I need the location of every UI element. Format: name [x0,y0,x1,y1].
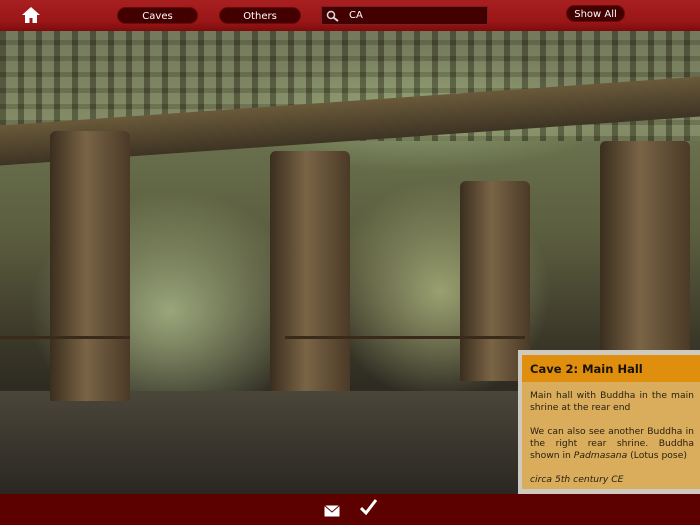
bottom-toolbar [0,494,700,525]
pillar [50,131,130,401]
info-para-1: Main hall with Buddha in the main shrine… [530,390,694,413]
search-input[interactable]: CA [321,6,488,25]
info-para-2: We can also see another Buddha in the ri… [530,426,694,461]
caves-button[interactable]: Caves [117,7,198,24]
check-button[interactable] [359,499,378,519]
top-toolbar: Caves Others CA Show All [0,0,700,31]
railing [0,336,130,339]
check-icon [359,499,378,516]
others-button[interactable]: Others [219,7,301,24]
railing [285,336,525,339]
pillar [270,151,350,391]
home-icon [22,7,40,23]
home-button[interactable] [21,5,41,25]
info-date: circa 5th century CE [530,474,624,485]
show-all-button[interactable]: Show All [566,5,625,22]
info-title: Cave 2: Main Hall [522,355,700,382]
search-icon [326,10,339,22]
info-panel: Cave 2: Main Hall Main hall with Buddha … [518,350,700,494]
search-value: CA [349,10,363,21]
mail-icon [324,505,340,517]
mail-button[interactable] [324,502,340,521]
